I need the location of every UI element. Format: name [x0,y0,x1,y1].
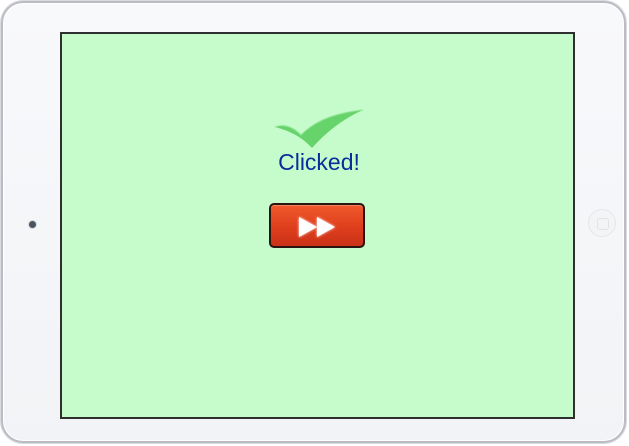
tablet-frame: Clicked! [1,1,626,443]
home-button-icon[interactable] [588,209,616,237]
app-screen: Clicked! [60,32,575,419]
home-square-icon [597,218,609,230]
fast-forward-icon [299,217,335,237]
camera-icon [29,221,36,228]
fast-forward-button[interactable] [269,203,365,248]
checkmark-icon [274,109,364,148]
clicked-status-text: Clicked! [278,149,360,175]
